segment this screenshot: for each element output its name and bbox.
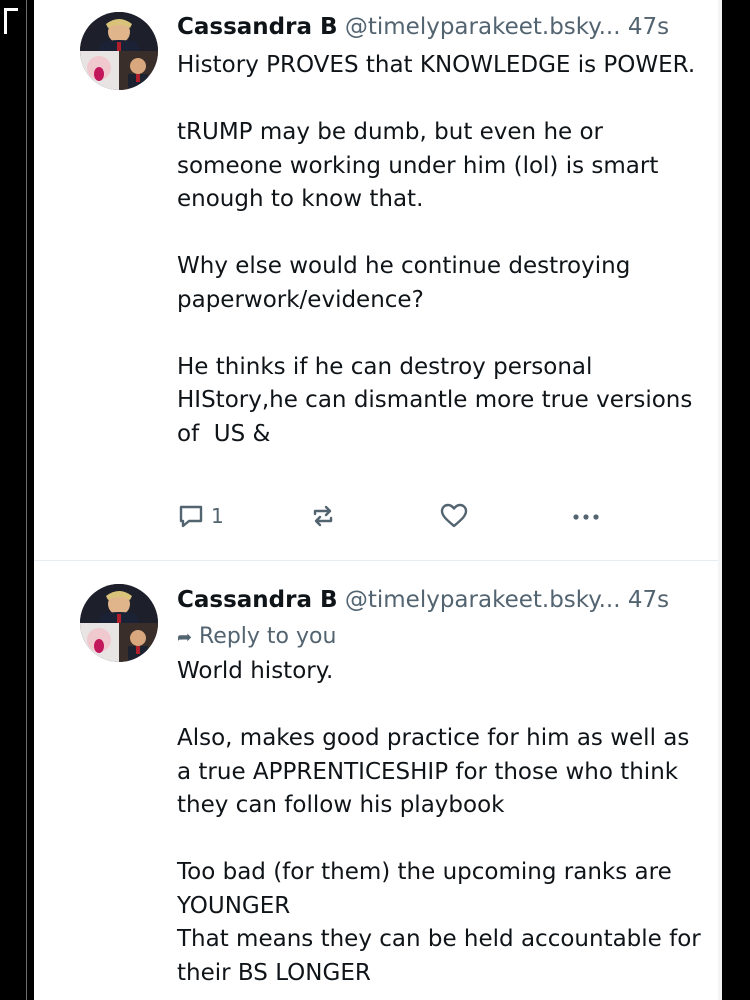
frame-edge — [26, 0, 27, 470]
timestamp[interactable]: 47s — [628, 14, 669, 40]
more-options-button[interactable] — [569, 498, 603, 534]
display-name[interactable]: Cassandra B — [177, 587, 338, 613]
handle[interactable]: @timelyparakeet.bsky... — [345, 14, 621, 40]
heart-icon — [440, 503, 468, 528]
post-2[interactable]: Cassandra B @timelyparakeet.bsky... 47s … — [34, 561, 718, 1000]
repost-icon — [313, 505, 333, 527]
feed-panel[interactable]: Cassandra B @timelyparakeet.bsky... 47s … — [34, 0, 718, 1000]
comment-icon — [179, 505, 203, 528]
reply-context[interactable]: ➦ Reply to you — [177, 620, 336, 654]
repost-button[interactable] — [309, 498, 337, 534]
handle[interactable]: @timelyparakeet.bsky... — [345, 587, 621, 613]
like-button[interactable] — [439, 498, 469, 534]
corner-bracket — [4, 8, 18, 34]
post-text: World history. Also, makes good practice… — [177, 658, 701, 986]
post-text: History PROVES that KNOWLEDGE is POWER. … — [177, 52, 696, 447]
frame-edge — [26, 470, 27, 1000]
avatar[interactable] — [80, 12, 158, 90]
scroll-edge — [718, 0, 722, 1000]
reply-count: 1 — [211, 504, 224, 528]
display-name[interactable]: Cassandra B — [177, 14, 338, 40]
timestamp[interactable]: 47s — [628, 587, 669, 613]
post-actions: 1 — [177, 498, 707, 534]
post-header: Cassandra B @timelyparakeet.bsky... 47s — [177, 580, 669, 620]
post-1[interactable]: Cassandra B @timelyparakeet.bsky... 47s … — [34, 0, 718, 560]
avatar[interactable] — [80, 584, 158, 662]
reply-button[interactable]: 1 — [177, 498, 224, 534]
reply-arrow-icon: ➦ — [177, 627, 193, 648]
post-header: Cassandra B @timelyparakeet.bsky... 47s — [177, 7, 669, 47]
reply-to-label: Reply to you — [199, 624, 337, 649]
ellipsis-icon — [573, 514, 599, 520]
